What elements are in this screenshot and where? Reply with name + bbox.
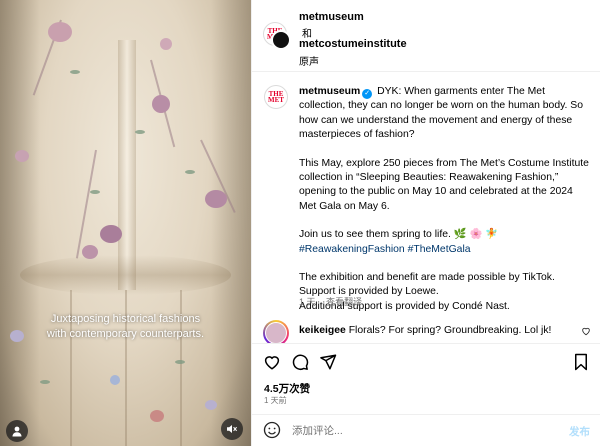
caption-meta: 1 天 查看翻译	[299, 295, 370, 308]
avatar	[271, 30, 291, 50]
original-audio-link[interactable]: 原声	[299, 53, 319, 68]
comment-username[interactable]: keikeigee	[299, 325, 346, 336]
floral-motif	[152, 95, 170, 113]
caption-line: Juxtaposing historical fashions	[50, 313, 201, 325]
post-caption: metmuseum ✓ DYK: When garments enter The …	[299, 85, 589, 314]
share-button[interactable]	[318, 352, 338, 372]
post-header: THEMET metmuseum 和 metcostumeinstitute 原…	[252, 0, 600, 72]
floral-leaf	[70, 70, 80, 74]
comments-section: THE MET metmuseum ✓ DYK: When garments ent…	[252, 73, 600, 343]
floral-motif	[100, 225, 122, 243]
comment-text: keikeigee Florals? For spring? Groundbre…	[299, 325, 551, 336]
waistline	[20, 255, 231, 295]
bodice-seam	[118, 40, 136, 290]
floral-motif	[15, 150, 29, 162]
floral-stem	[75, 149, 97, 259]
mute-button[interactable]	[221, 418, 243, 440]
floral-motif	[205, 190, 227, 208]
speaker-muted-icon	[227, 425, 238, 433]
floral-motif	[110, 375, 120, 385]
post-media[interactable]: Juxtaposing historical fashions with con…	[0, 0, 251, 446]
save-button[interactable]	[571, 352, 591, 372]
media-shadow-right	[211, 0, 251, 446]
floral-motif	[48, 22, 72, 42]
media-shadow-left	[0, 0, 40, 446]
bookmark-icon	[575, 353, 587, 371]
comment-button[interactable]	[290, 352, 310, 372]
caption-text: The exhibition and benefit are made poss…	[299, 272, 555, 284]
floral-leaf	[175, 360, 185, 364]
comment-input[interactable]	[292, 423, 542, 439]
like-button[interactable]	[262, 352, 282, 372]
floral-leaf	[40, 380, 50, 384]
send-icon	[320, 354, 337, 370]
person-icon	[12, 426, 22, 437]
post-date: 1 天前	[264, 396, 287, 405]
time-ago: 1 天	[299, 297, 316, 307]
floral-leaf	[90, 190, 100, 194]
hashtag-links[interactable]: #ReawakeningFashion #TheMetGala	[299, 243, 589, 257]
caption-username[interactable]: metmuseum	[299, 86, 360, 97]
verified-badge-icon: ✓	[362, 89, 373, 99]
floral-leaf	[135, 130, 145, 134]
post-comment-button[interactable]: 发布	[569, 424, 590, 439]
post-panel: THEMET metmuseum 和 metcostumeinstitute 原…	[251, 0, 600, 446]
video-caption: Juxtaposing historical fashions with con…	[0, 312, 251, 342]
caption-text: Join us to see them spring to life. 🌿 🌸 …	[299, 229, 499, 241]
met-logo-icon: THEMET	[268, 90, 284, 104]
like-comment-icon[interactable]	[581, 326, 591, 336]
avatar[interactable]	[263, 320, 289, 343]
floral-motif	[160, 38, 172, 50]
floral-motif	[205, 400, 217, 410]
floral-motif	[150, 410, 164, 422]
comment-item: keikeigee Florals? For spring? Groundbre…	[252, 318, 600, 343]
action-bar	[252, 343, 600, 375]
comment-body: Florals? For spring? Groundbreaking. Lol…	[348, 325, 552, 336]
author-username[interactable]: metmuseum	[299, 11, 364, 23]
comment-bubble-icon	[292, 354, 309, 370]
see-translation-link[interactable]: 查看翻译	[326, 297, 362, 307]
floral-leaf	[185, 170, 195, 174]
avatar[interactable]: THE MET	[264, 85, 288, 109]
emoji-icon[interactable]	[263, 421, 281, 439]
collab-avatars[interactable]: THEMET	[263, 22, 291, 50]
add-comment-bar: 发布	[252, 414, 600, 446]
caption-text: This May, explore 250 pieces from The Me…	[299, 157, 589, 212]
like-count[interactable]: 4.5万次赞	[264, 381, 310, 396]
floral-motif	[82, 245, 98, 259]
collab-username[interactable]: metcostumeinstitute	[299, 38, 407, 50]
heart-icon	[264, 356, 280, 370]
tagged-users-button[interactable]	[6, 420, 28, 442]
caption-line: with contemporary counterparts.	[46, 328, 205, 340]
